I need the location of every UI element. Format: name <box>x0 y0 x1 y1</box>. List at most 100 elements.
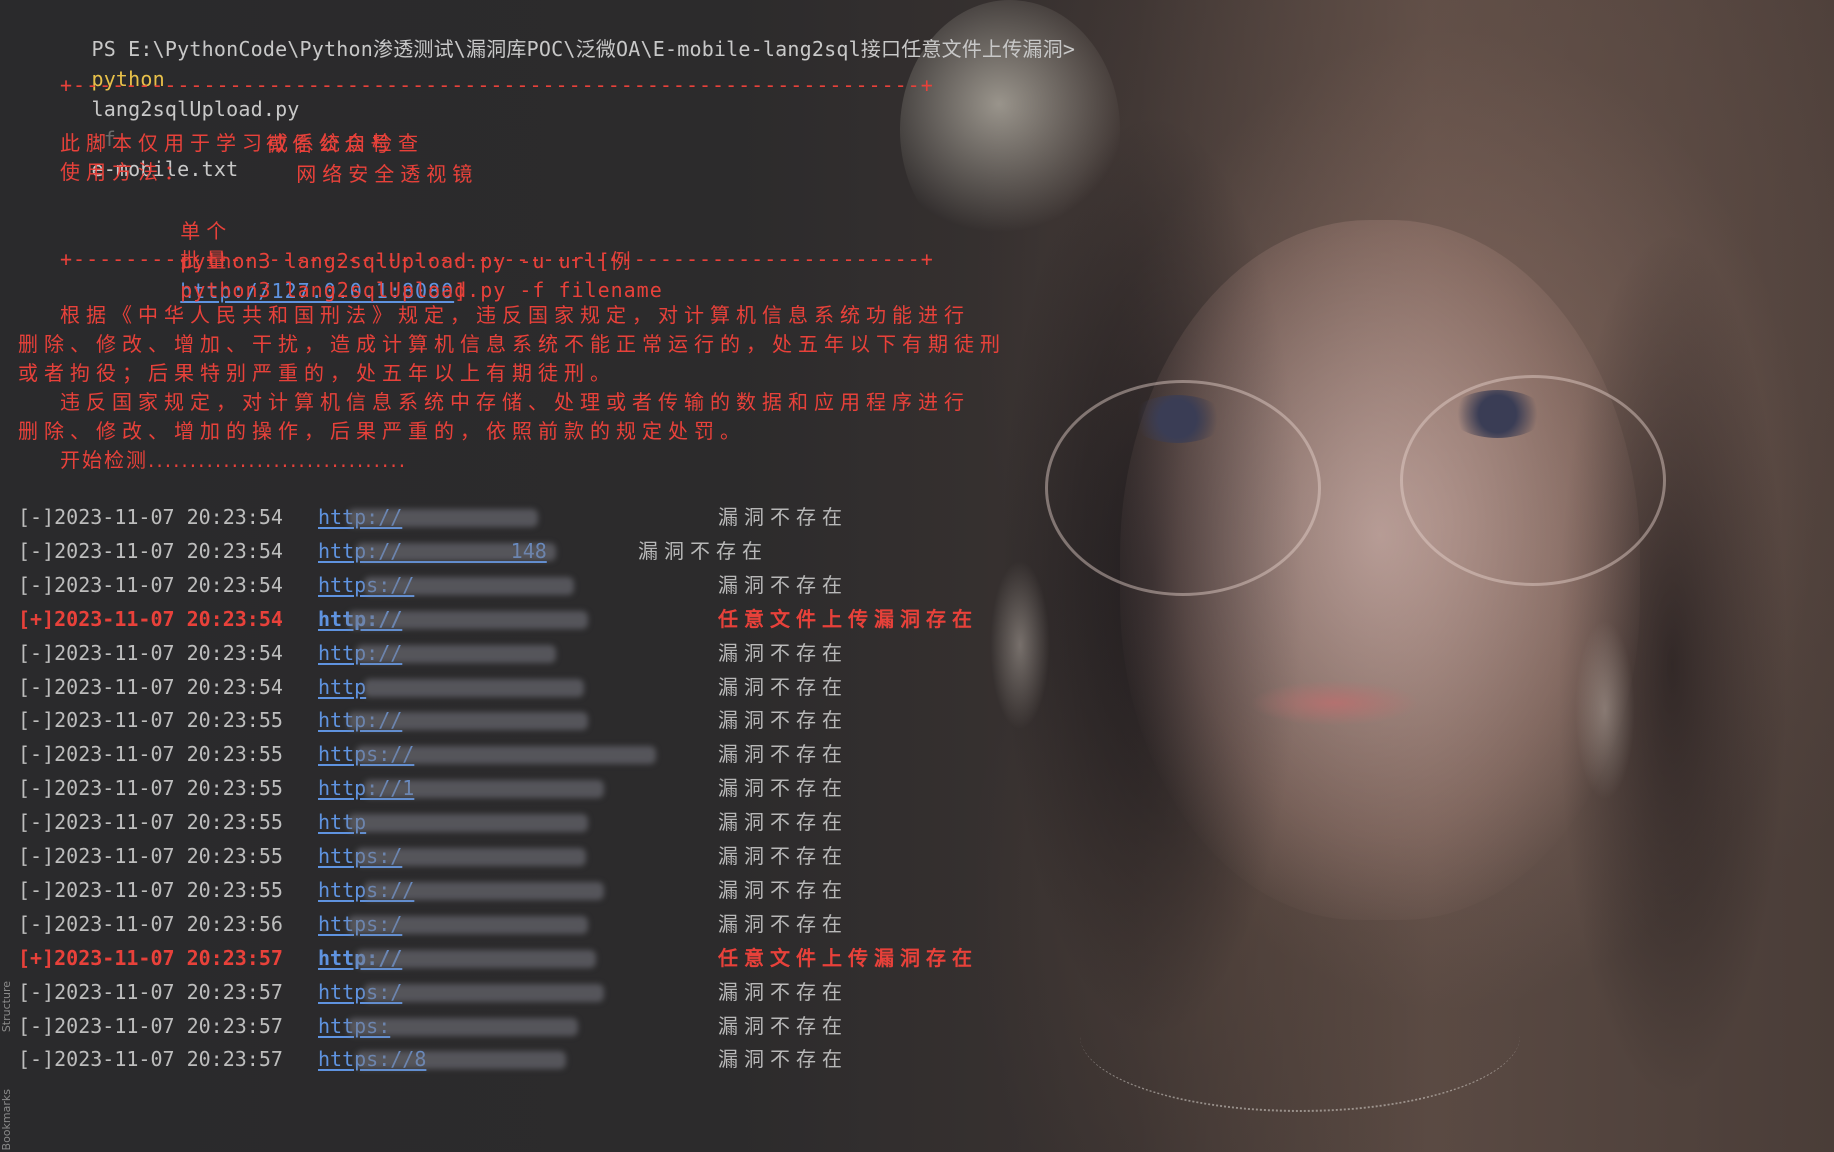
result-status: 漏洞不存在 <box>718 810 848 834</box>
redaction-blur <box>364 577 574 595</box>
result-url-link[interactable]: http <box>318 672 366 702</box>
terminal-output[interactable]: PS E:\PythonCode\Python渗透测试\漏洞库POC\泛微OA\… <box>0 0 1834 1152</box>
result-timestamp: 2023-11-07 20:23:57 <box>54 1047 283 1071</box>
result-timestamp: 2023-11-07 20:23:55 <box>54 844 283 868</box>
result-status: 漏洞不存在 <box>718 675 848 699</box>
result-status: 漏洞不存在 <box>638 539 768 563</box>
result-row: [-]2023-11-07 20:23:54https://漏洞不存在 <box>18 570 842 600</box>
result-timestamp: 2023-11-07 20:23:54 <box>54 641 283 665</box>
result-prefix: [-] <box>18 980 55 1004</box>
redaction-blur <box>356 645 556 663</box>
result-status: 任意文件上传漏洞存在 <box>718 607 978 631</box>
result-timestamp: 2023-11-07 20:23:55 <box>54 810 283 834</box>
result-timestamp: 2023-11-07 20:23:54 <box>54 573 283 597</box>
redaction-blur <box>348 1018 578 1036</box>
redaction-blur <box>348 814 588 832</box>
banner-disclaimer: 此脚本仅用于学习或系统自检查 <box>60 131 424 155</box>
terminal-window[interactable]: PS E:\PythonCode\Python渗透测试\漏洞库POC\泛微OA\… <box>0 0 1834 1152</box>
result-timestamp: 2023-11-07 20:23:55 <box>54 878 283 902</box>
side-tab-structure[interactable]: Structure <box>0 981 13 1032</box>
result-status: 漏洞不存在 <box>718 878 848 902</box>
result-status: 漏洞不存在 <box>718 776 848 800</box>
result-prefix: [-] <box>18 573 55 597</box>
redaction-blur <box>356 746 656 764</box>
result-timestamp: 2023-11-07 20:23:57 <box>54 1014 283 1038</box>
result-row: [+]2023-11-07 20:23:57http://任意文件上传漏洞存在 <box>18 943 972 973</box>
result-prefix: [-] <box>18 844 55 868</box>
result-row: [-]2023-11-07 20:23:54http://漏洞不存在 <box>18 502 842 532</box>
result-prefix: [-] <box>18 708 55 732</box>
result-row: [-]2023-11-07 20:23:57https://8漏洞不存在 <box>18 1044 842 1074</box>
shell-prompt: PS E:\PythonCode\Python渗透测试\漏洞库POC\泛微OA\… <box>91 37 1076 61</box>
redaction-blur <box>364 780 604 798</box>
result-row: [+]2023-11-07 20:23:54http://任意文件上传漏洞存在 <box>18 604 972 634</box>
result-status: 漏洞不存在 <box>718 912 848 936</box>
redaction-blur <box>348 712 588 730</box>
result-row: [-]2023-11-07 20:23:57https:漏洞不存在 <box>18 1011 842 1041</box>
result-row: [-]2023-11-07 20:23:57 https:/漏洞不存在 <box>18 977 842 1007</box>
result-prefix: [-] <box>18 641 55 665</box>
result-row: [-]2023-11-07 20:23:56https:/漏洞不存在 <box>18 909 842 939</box>
result-prefix: [-] <box>18 776 55 800</box>
result-prefix: [-] <box>18 505 55 529</box>
redaction-blur <box>356 950 596 968</box>
law-line-3: 或者拘役；后果特别严重的，处五年以上有期徒刑。 <box>18 361 616 385</box>
side-tool-tabs: Structure Bookmarks <box>0 952 14 1152</box>
result-prefix: [-] <box>18 912 55 936</box>
result-timestamp: 2023-11-07 20:23:57 <box>54 946 283 970</box>
result-prefix: [-] <box>18 878 55 902</box>
result-prefix: [-] <box>18 742 55 766</box>
redaction-blur <box>348 509 538 527</box>
command-line: PS E:\PythonCode\Python渗透测试\漏洞库POC\泛微OA\… <box>18 4 1075 181</box>
redaction-blur <box>348 611 588 629</box>
result-status: 漏洞不存在 <box>718 844 848 868</box>
result-row: [-]2023-11-07 20:23:54http://漏洞不存在 <box>18 638 842 668</box>
result-row: [-]2023-11-07 20:23:55http://漏洞不存在 <box>18 705 842 735</box>
result-status: 漏洞不存在 <box>718 1014 848 1038</box>
redaction-blur <box>356 543 556 561</box>
result-prefix: [+] <box>18 607 55 631</box>
banner-batch-cmd: python3 lang2sqlUpload.py -f filename <box>180 278 663 302</box>
law-line-2: 删除、修改、增加、干扰，造成计算机信息系统不能正常运行的，处五年以下有期徒刑 <box>18 332 1006 356</box>
result-prefix: [-] <box>18 810 55 834</box>
result-prefix: [-] <box>18 539 55 563</box>
result-status: 漏洞不存在 <box>718 742 848 766</box>
result-row: [-]2023-11-07 20:23:54 http 漏洞不存在 <box>18 672 842 702</box>
banner-border-bottom: +---------------------------------------… <box>60 247 934 271</box>
result-row: [-]2023-11-07 20:23:55 http 漏洞不存在 <box>18 807 842 837</box>
result-status: 漏洞不存在 <box>718 708 848 732</box>
redaction-blur <box>348 916 588 934</box>
result-prefix: [+] <box>18 946 55 970</box>
banner-single-usage: 单个 python3 lang2sqlUpload.py -u url[例 ht… <box>102 186 632 303</box>
result-timestamp: 2023-11-07 20:23:55 <box>54 776 283 800</box>
result-timestamp: 2023-11-07 20:23:54 <box>54 607 283 631</box>
result-timestamp: 2023-11-07 20:23:54 <box>54 675 283 699</box>
result-prefix: [-] <box>18 675 55 699</box>
result-status: 任意文件上传漏洞存在 <box>718 946 978 970</box>
redaction-blur <box>356 1051 566 1069</box>
result-timestamp: 2023-11-07 20:23:54 <box>54 505 283 529</box>
result-status: 漏洞不存在 <box>718 505 848 529</box>
result-row: [-]2023-11-07 20:23:54http:// 148漏洞不存在 <box>18 536 762 566</box>
result-timestamp: 2023-11-07 20:23:55 <box>54 708 283 732</box>
redaction-blur <box>364 984 604 1002</box>
result-timestamp: 2023-11-07 20:23:54 <box>54 539 283 563</box>
result-status: 漏洞不存在 <box>718 573 848 597</box>
redaction-blur <box>356 848 586 866</box>
result-row: [-]2023-11-07 20:23:55https://漏洞不存在 <box>18 739 842 769</box>
banner-usage-title: 使用方法： <box>60 160 190 184</box>
result-row: [-]2023-11-07 20:23:55http://1漏洞不存在 <box>18 773 842 803</box>
result-timestamp: 2023-11-07 20:23:56 <box>54 912 283 936</box>
banner-wechat-name: 网络安全透视镜 <box>296 162 479 186</box>
side-tab-bookmarks[interactable]: Bookmarks <box>0 1089 13 1150</box>
result-row: [-]2023-11-07 20:23:55https://漏洞不存在 <box>18 875 842 905</box>
result-status: 漏洞不存在 <box>718 1047 848 1071</box>
result-timestamp: 2023-11-07 20:23:57 <box>54 980 283 1004</box>
result-prefix: [-] <box>18 1047 55 1071</box>
result-timestamp: 2023-11-07 20:23:55 <box>54 742 283 766</box>
redaction-blur <box>364 679 584 697</box>
law-start-detect: 开始检测............................... <box>60 448 408 472</box>
result-status: 漏洞不存在 <box>718 980 848 1004</box>
result-prefix: [-] <box>18 1014 55 1038</box>
law-line-5: 删除、修改、增加的操作，后果严重的，依照前款的规定处罚。 <box>18 419 746 443</box>
